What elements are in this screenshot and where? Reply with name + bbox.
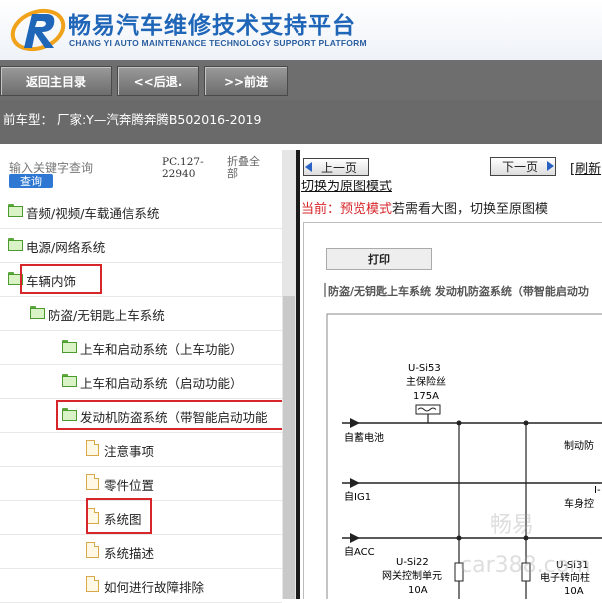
- source-acc: 自ACC: [344, 545, 375, 558]
- document-icon: [86, 576, 99, 592]
- fuse-id: U-Si53: [408, 363, 441, 374]
- fuse2-name: 网关控制单元: [382, 569, 442, 582]
- document-icon: [86, 474, 99, 490]
- tree-item-label: 防盗/无钥匙上车系统: [48, 308, 165, 323]
- fuse-name: 主保险丝: [406, 375, 446, 388]
- collapse-all-button[interactable]: 折叠全部: [227, 156, 267, 180]
- tree-item-label: 如何进行故障排除: [104, 580, 205, 595]
- watermark-cn: 畅易: [490, 513, 535, 538]
- platform-title: 畅易汽车维修技术支持平台: [68, 13, 356, 39]
- fuse2-amp: 10A: [408, 585, 428, 596]
- prev-page-label: 上一页: [320, 160, 357, 175]
- tree-item[interactable]: 防盗/无钥匙上车系统: [0, 296, 282, 331]
- document-icon: [86, 542, 99, 558]
- label-abs: 制动防: [564, 439, 594, 452]
- arrow-right-icon: [547, 161, 554, 171]
- forward-button[interactable]: >>前进: [204, 66, 288, 96]
- next-page-button[interactable]: 下一页: [490, 157, 556, 176]
- mode-current: 当前：预览模式: [301, 202, 393, 217]
- tree-item[interactable]: 音频/视频/车载通信系统: [0, 194, 282, 229]
- tree-item-label: 注意事项: [104, 444, 155, 459]
- tree-item[interactable]: 注意事项: [0, 432, 282, 467]
- vehicle-model-text: 前车型： 厂家:Y—汽奔腾奔腾B502016-2019: [3, 112, 262, 127]
- pc-code: PC.127-22940: [162, 156, 204, 180]
- tree-item[interactable]: 零件位置: [0, 466, 282, 501]
- tree-item[interactable]: 上车和启动系统（启动功能）: [0, 364, 282, 399]
- tree-item[interactable]: 系统描述: [0, 534, 282, 569]
- label-body: 车身控: [564, 497, 594, 510]
- catalog-scrollbar[interactable]: [282, 150, 296, 599]
- folder-icon: [8, 204, 23, 217]
- tree-item-label: 上车和启动系统（上车功能）: [80, 342, 243, 357]
- document-viewer: 上一页 下一页 [刷新 切换为原图模式 当前：预览模式若需看大图，切换至原图模 …: [300, 150, 602, 599]
- document-icon: [86, 440, 99, 456]
- document-title: 防盗/无钥匙上车系统 发动机防盗系统（带智能启动功: [328, 285, 589, 298]
- folder-icon: [62, 340, 77, 353]
- prev-page-button[interactable]: 上一页: [303, 158, 369, 176]
- mode-hint: 若需看大图，切换至原图模: [392, 202, 549, 217]
- tree-item[interactable]: 电源/网络系统: [0, 228, 282, 263]
- highlight-immobilizer: [56, 400, 285, 430]
- vehicle-info-bar: 前车型： 厂家:Y—汽奔腾奔腾B502016-2019: [0, 100, 602, 144]
- print-button[interactable]: 打印: [326, 248, 432, 270]
- tree-item-label: 上车和启动系统（启动功能）: [80, 376, 243, 391]
- folder-icon: [8, 238, 23, 251]
- folder-icon: [30, 306, 45, 319]
- platform-subtitle: CHANG YI AUTO MAINTENANCE TECHNOLOGY SUP…: [69, 38, 367, 48]
- refresh-link[interactable]: [刷新: [570, 158, 601, 177]
- document-page: 打印 防盗/无钥匙上车系统 发动机防盗系统（带智能启动功 U-Si53 主保险丝…: [303, 222, 602, 599]
- main-toolbar: 返回主目录 <<后退. >>前进: [0, 60, 602, 100]
- scrollbar-thumb[interactable]: [283, 296, 295, 599]
- search-button[interactable]: 查询: [9, 174, 53, 188]
- tree-item-label: 系统描述: [104, 546, 155, 561]
- next-page-label: 下一页: [501, 160, 538, 174]
- switch-original-link[interactable]: 切换为原图模式: [301, 180, 392, 192]
- home-button[interactable]: 返回主目录: [0, 66, 112, 96]
- title-accent: [324, 283, 326, 297]
- folder-icon: [62, 374, 77, 387]
- catalog-panel: 输入关键字查询 查询 PC.127-22940 折叠全部 音频/视频/车载通信系…: [0, 150, 298, 603]
- tree-item[interactable]: 上车和启动系统（上车功能）: [0, 330, 282, 365]
- label-i: I-: [594, 485, 601, 496]
- tree-item-label: 电源/网络系统: [26, 240, 106, 255]
- viewer-nav: 上一页 下一页 [刷新: [300, 150, 602, 180]
- tree-item-label: 零件位置: [104, 478, 155, 493]
- highlight-system-diagram: [86, 498, 152, 534]
- back-button[interactable]: <<后退.: [117, 66, 199, 96]
- fuse-amp: 175A: [413, 391, 439, 402]
- watermark-url: car388.com: [460, 553, 591, 578]
- tree-item-label: 音频/视频/车载通信系统: [26, 206, 160, 221]
- fuse2-id: U-Si22: [396, 557, 429, 568]
- source-ig1: 自IG1: [344, 490, 371, 503]
- highlight-vehicle-interior: [20, 264, 102, 294]
- mode-status: 当前：预览模式若需看大图，切换至原图模: [301, 198, 548, 217]
- logo-icon: [10, 8, 66, 52]
- app-header: 畅易汽车维修技术支持平台 CHANG YI AUTO MAINTENANCE T…: [0, 0, 602, 61]
- tree-item[interactable]: 如何进行故障排除: [0, 568, 282, 603]
- source-battery: 自蓄电池: [344, 431, 384, 444]
- fuse3-amp: 10A: [564, 586, 584, 597]
- arrow-left-icon: [305, 162, 312, 172]
